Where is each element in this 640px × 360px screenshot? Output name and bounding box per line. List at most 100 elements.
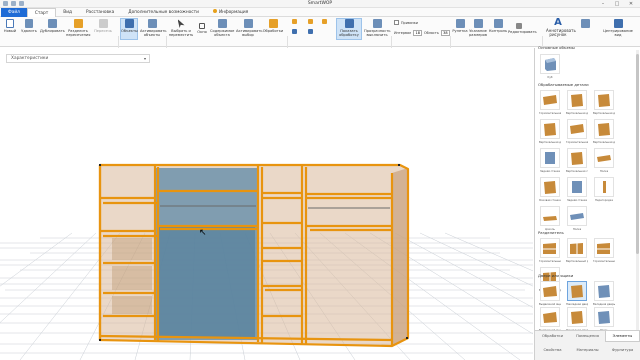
properties-dropdown[interactable]: Характеристики ▾ bbox=[6, 54, 150, 63]
tab-view[interactable]: Вид bbox=[56, 8, 79, 17]
snap-checkbox[interactable] bbox=[394, 20, 399, 25]
select-move-label: Выбрать и переместить bbox=[168, 29, 194, 37]
element-divider-2[interactable]: Вертикальный разд bbox=[566, 238, 588, 263]
tab-arrange[interactable]: Расстановка bbox=[79, 8, 121, 17]
tab-file[interactable]: Файл bbox=[1, 7, 27, 17]
element-part-6[interactable]: Вертикальная деталь bbox=[593, 119, 615, 144]
show-processing-icon bbox=[344, 19, 354, 28]
element-part-5[interactable]: Горизонтальная деталь bbox=[566, 119, 588, 144]
area-field[interactable]: Область bbox=[424, 30, 450, 36]
edit-button[interactable]: Редактировать bbox=[508, 23, 537, 34]
centering-button[interactable]: Центрирование вид bbox=[600, 19, 636, 37]
element-door-2[interactable]: Накладная дверь bbox=[566, 281, 588, 306]
transparency-label: Прозрачность выключить bbox=[364, 29, 391, 37]
activate-objects-button[interactable]: Активировать объекты bbox=[140, 19, 167, 37]
element-part-7[interactable]: Задняя стенка bbox=[540, 148, 560, 173]
3d-viewport[interactable] bbox=[0, 48, 640, 360]
panel-part-icon bbox=[572, 181, 582, 193]
element-part-8[interactable]: Вертикальная стенка bbox=[566, 148, 588, 173]
element-part-3[interactable]: Вертикальная деталь bbox=[593, 90, 615, 115]
element-door-4[interactable]: Выдвижной ящик bbox=[539, 307, 561, 332]
tab-extra[interactable]: Дополнительные возможности bbox=[121, 8, 206, 17]
small-tool-2[interactable] bbox=[290, 29, 298, 35]
select-move-button[interactable]: Выбрать и переместить bbox=[168, 19, 194, 37]
element-part-14-label: Полка bbox=[572, 228, 582, 231]
tab-rooms[interactable]: Помещения bbox=[570, 331, 605, 342]
tab-start[interactable]: Старт bbox=[26, 7, 57, 17]
tab-info[interactable]: Информация bbox=[206, 8, 255, 17]
element-part-11[interactable]: Задняя стенка bbox=[567, 177, 587, 202]
minimize-icon[interactable]: – bbox=[596, 0, 610, 8]
dimensions-button[interactable]: Указание размеров bbox=[469, 19, 487, 37]
element-divider-1[interactable]: Горизонтальный разд bbox=[539, 238, 561, 263]
annotate-small-button[interactable] bbox=[574, 19, 596, 29]
delete-button[interactable]: Удалить bbox=[20, 19, 38, 33]
snap-toggle[interactable]: Привязки bbox=[394, 20, 418, 25]
element-cube[interactable]: Куб bbox=[540, 54, 560, 79]
element-part-4[interactable]: Вертикальная деталь bbox=[539, 119, 561, 144]
new-label: Новый bbox=[3, 29, 17, 33]
ruler-button[interactable]: Рулетка bbox=[452, 19, 468, 33]
show-processing-button[interactable]: Показать обработку bbox=[336, 18, 362, 40]
transparency-button[interactable]: Прозрачность выключить bbox=[364, 19, 390, 37]
panel-part-icon bbox=[570, 124, 584, 134]
element-part-9-label: Полка bbox=[599, 170, 609, 173]
element-part-1[interactable]: Горизонтальная деталь bbox=[539, 90, 561, 115]
intersect-button[interactable]: Пересечь bbox=[92, 19, 114, 33]
element-divider-2-label: Вертикальный разд bbox=[566, 260, 588, 263]
maximize-icon[interactable]: □ bbox=[610, 0, 624, 8]
small-tool-4[interactable] bbox=[306, 29, 314, 35]
element-part-12[interactable]: Перегородка bbox=[594, 177, 614, 202]
element-part-7-label: Задняя стенка bbox=[539, 170, 561, 173]
wardrobe-model[interactable] bbox=[98, 163, 410, 348]
duplicate-button[interactable]: Дублировать bbox=[40, 19, 65, 33]
new-document-icon bbox=[6, 19, 14, 28]
element-door-3[interactable]: Вкладная дверь bbox=[593, 281, 615, 306]
interval-field[interactable]: Интервал bbox=[394, 30, 423, 36]
area-input[interactable] bbox=[440, 30, 450, 36]
element-part-11-label: Задняя стенка bbox=[566, 199, 588, 202]
section-processed-parts: Обрабатываемые детали bbox=[538, 82, 589, 87]
contents-label: Содержимое объекта bbox=[210, 29, 235, 37]
small-tool-5[interactable] bbox=[320, 19, 328, 25]
window-select-button[interactable]: Окно bbox=[196, 23, 208, 34]
contour-icon bbox=[493, 19, 503, 28]
panel-scrollbar[interactable] bbox=[636, 50, 639, 330]
contour-button[interactable]: Контроль bbox=[489, 19, 507, 33]
tab-properties[interactable]: Свойства bbox=[535, 345, 570, 356]
small-tool-1[interactable] bbox=[290, 19, 298, 25]
processing-button[interactable]: Обработки bbox=[262, 19, 284, 33]
tab-elements[interactable]: Элементы bbox=[605, 331, 640, 342]
element-part-13[interactable]: Цоколь bbox=[540, 206, 560, 231]
element-door-6[interactable]: Дверь bbox=[594, 307, 614, 332]
tab-materials[interactable]: Материалы bbox=[570, 345, 605, 356]
element-part-14[interactable]: Полка bbox=[567, 206, 587, 231]
panel-part-icon bbox=[543, 216, 557, 221]
element-part-10[interactable]: Боковая стенка bbox=[539, 177, 561, 202]
element-part-9[interactable]: Полка bbox=[594, 148, 614, 173]
activate-choice-icon bbox=[243, 19, 253, 28]
panel-part-icon bbox=[571, 152, 583, 165]
scene-canvas[interactable] bbox=[0, 48, 640, 360]
element-door-1[interactable]: Выдвижной ящик bbox=[539, 281, 561, 306]
close-icon[interactable]: ✕ bbox=[624, 0, 638, 8]
interval-input[interactable] bbox=[413, 30, 423, 36]
new-button[interactable]: Новый bbox=[2, 19, 18, 33]
panel-part-icon bbox=[597, 155, 611, 162]
split-button[interactable]: Разделить пересечения bbox=[66, 19, 90, 37]
element-door-5[interactable]: Накладная дверь bbox=[566, 307, 588, 332]
element-part-10-label: Боковая стенка bbox=[539, 199, 561, 202]
activate-choice-button[interactable]: Активировать выбор bbox=[236, 19, 263, 37]
contents-button[interactable]: Содержимое объекта bbox=[210, 19, 234, 37]
ribbon-tabs: Файл Старт Вид Расстановка Дополнительны… bbox=[0, 7, 640, 17]
element-divider-3[interactable]: Горизонтальный разд bbox=[593, 238, 615, 263]
annotate-button[interactable]: A Аннотировать рисунок bbox=[546, 18, 576, 37]
contour-label: Контроль bbox=[489, 29, 508, 33]
grid-icon bbox=[321, 19, 327, 24]
scroll-thumb[interactable] bbox=[636, 54, 639, 254]
tab-processing[interactable]: Обработки bbox=[535, 331, 570, 342]
tab-hardware[interactable]: Фурнитура bbox=[605, 345, 640, 356]
small-tool-3[interactable] bbox=[306, 19, 314, 25]
objects-button[interactable]: Объекты bbox=[120, 18, 138, 40]
element-part-2[interactable]: Вертикальная дета bbox=[566, 90, 588, 115]
